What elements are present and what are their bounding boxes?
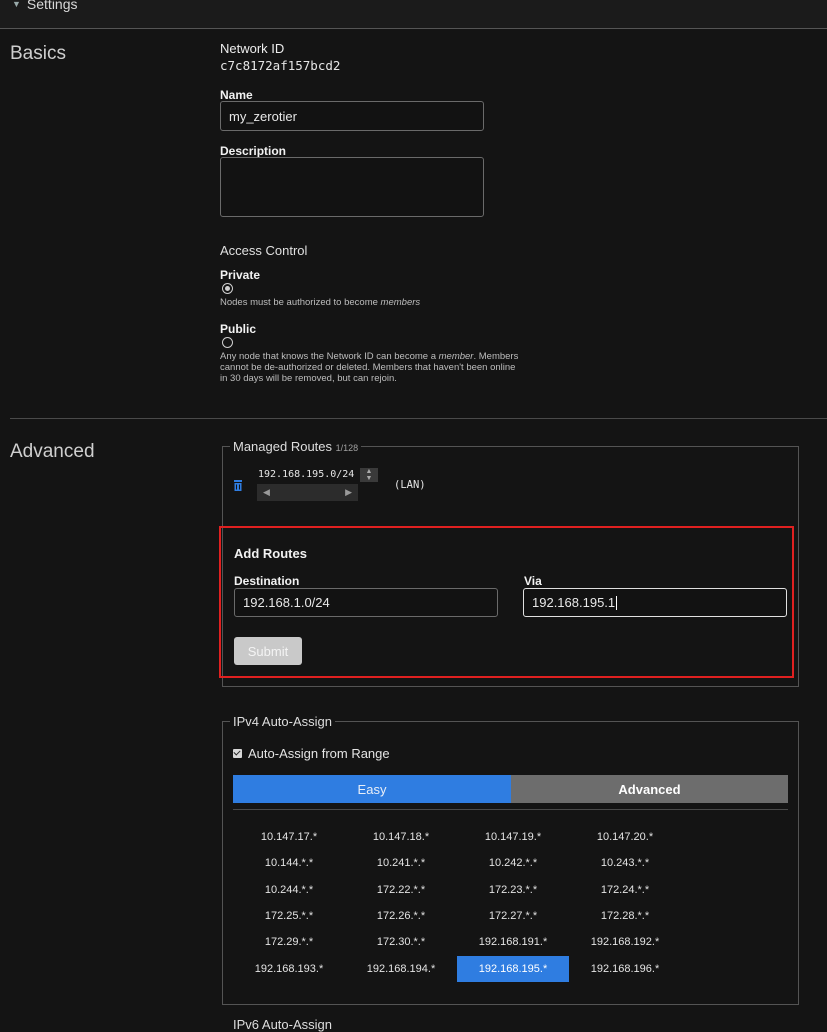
settings-label: Settings <box>26 0 78 12</box>
tabs-underline <box>233 809 788 810</box>
pool-option-selected[interactable]: 192.168.195.* <box>457 956 569 982</box>
pool-option[interactable]: 192.168.194.* <box>345 956 457 982</box>
auto-assign-checkbox-row[interactable]: Auto-Assign from Range <box>233 746 390 761</box>
private-option-label: Private <box>220 268 261 282</box>
text-cursor <box>616 595 618 610</box>
pool-option[interactable]: 10.144.*.* <box>233 850 345 876</box>
name-input-value: my_zerotier <box>229 108 297 124</box>
auto-assign-checkbox[interactable] <box>233 749 242 758</box>
pool-option[interactable]: 172.26.*.* <box>345 903 457 929</box>
tab-easy[interactable]: Easy <box>233 775 511 803</box>
tab-advanced[interactable]: Advanced <box>511 775 788 803</box>
public-help-prefix: Any node that knows the Network ID can b… <box>220 351 439 362</box>
name-input[interactable]: my_zerotier <box>220 101 484 131</box>
description-label: Description <box>220 144 287 158</box>
pool-option[interactable]: 172.28.*.* <box>569 903 681 929</box>
submit-button[interactable]: Submit <box>234 637 302 665</box>
pool-option[interactable]: 10.243.*.* <box>569 850 681 876</box>
basics-section-title: Basics <box>10 43 66 64</box>
trash-icon[interactable] <box>233 478 243 491</box>
pool-option[interactable]: 10.242.*.* <box>457 850 569 876</box>
route-spinner[interactable]: ▲ ▼ <box>360 468 378 482</box>
section-divider <box>10 418 827 419</box>
pool-option[interactable]: 192.168.191.* <box>457 929 569 955</box>
private-radio[interactable] <box>222 283 233 294</box>
destination-label: Destination <box>234 574 300 588</box>
pool-option[interactable]: 172.27.*.* <box>457 903 569 929</box>
managed-routes-legend: Managed Routes 1/128 <box>230 439 362 454</box>
pool-option[interactable]: 10.147.19.* <box>457 824 569 850</box>
private-help-prefix: Nodes must be authorized to become <box>220 297 381 308</box>
pool-option[interactable]: 172.25.*.* <box>233 903 345 929</box>
pool-option[interactable]: 172.24.*.* <box>569 877 681 903</box>
pool-option[interactable]: 10.147.18.* <box>345 824 457 850</box>
access-control-title: Access Control <box>220 243 308 258</box>
public-radio[interactable] <box>222 337 233 348</box>
public-option-label: Public <box>220 322 257 336</box>
private-help-em: members <box>380 297 421 308</box>
network-id-value: c7c8172af157bcd2 <box>220 58 341 73</box>
public-help-text: Any node that knows the Network ID can b… <box>220 351 520 384</box>
scroll-right-icon[interactable]: ▶ <box>345 487 352 498</box>
pool-option[interactable]: 10.244.*.* <box>233 877 345 903</box>
managed-routes-title: Managed Routes <box>233 439 333 454</box>
name-label: Name <box>220 88 253 102</box>
settings-header-bar <box>0 0 827 29</box>
pool-option[interactable]: 172.23.*.* <box>457 877 569 903</box>
pool-option[interactable]: 192.168.192.* <box>569 929 681 955</box>
auto-assign-label: Auto-Assign from Range <box>248 746 390 761</box>
pool-option[interactable]: 172.29.*.* <box>233 929 345 955</box>
destination-value: 192.168.1.0/24 <box>243 595 330 610</box>
advanced-section-title: Advanced <box>10 441 95 462</box>
managed-routes-count: 1/128 <box>335 443 359 453</box>
public-help-em: member <box>438 351 474 362</box>
radio-selected-dot <box>225 286 230 291</box>
chevron-down-icon: ▼ <box>12 0 21 9</box>
private-help-text: Nodes must be authorized to become membe… <box>220 297 420 308</box>
ipv6-legend: IPv6 Auto-Assign <box>230 1017 335 1032</box>
pool-option[interactable]: 10.241.*.* <box>345 850 457 876</box>
via-input[interactable]: 192.168.195.1 <box>523 588 787 617</box>
pool-option[interactable]: 192.168.196.* <box>569 956 681 982</box>
pool-option[interactable]: 10.147.17.* <box>233 824 345 850</box>
pool-option[interactable]: 172.22.*.* <box>345 877 457 903</box>
pool-option[interactable]: 192.168.193.* <box>233 956 345 982</box>
route-horizontal-scrollbar[interactable]: ◀ ▶ <box>257 484 358 501</box>
add-routes-title: Add Routes <box>234 546 307 561</box>
pool-option[interactable]: 10.147.20.* <box>569 824 681 850</box>
destination-input[interactable]: 192.168.1.0/24 <box>234 588 498 617</box>
description-textarea[interactable] <box>220 157 484 217</box>
pool-option[interactable]: 172.30.*.* <box>345 929 457 955</box>
route-target: 192.168.195.0/24 <box>258 469 355 480</box>
scroll-left-icon[interactable]: ◀ <box>263 487 270 498</box>
ipv4-legend: IPv4 Auto-Assign <box>230 714 335 729</box>
network-id-label: Network ID <box>220 41 285 56</box>
via-label: Via <box>524 574 542 588</box>
settings-collapse-toggle[interactable]: ▼ Settings <box>12 0 78 12</box>
via-value: 192.168.195.1 <box>532 595 616 610</box>
route-via: (LAN) <box>394 479 426 491</box>
